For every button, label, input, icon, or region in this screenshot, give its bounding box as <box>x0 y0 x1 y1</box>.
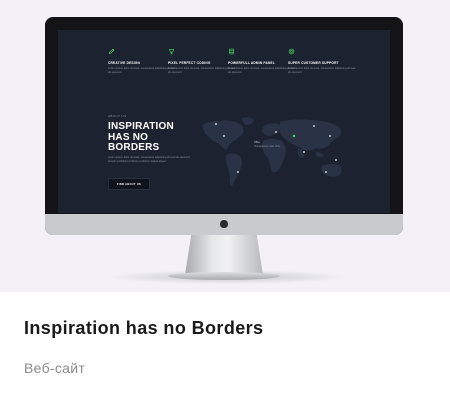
map-marker-active[interactable] <box>292 134 296 138</box>
apple-logo-icon <box>220 220 228 228</box>
hero-heading-line: INSPIRATION <box>108 121 174 132</box>
monitor-stand-base <box>168 272 280 280</box>
map-marker[interactable] <box>237 171 239 173</box>
feature-text: Lorem ipsum dolor sit amet, consectetur … <box>288 67 356 74</box>
monitor-stand <box>185 235 263 275</box>
card-caption <box>0 292 450 404</box>
layers-icon <box>229 48 234 55</box>
section-eyebrow: ABOUT US <box>108 114 127 118</box>
map-marker[interactable] <box>313 125 315 127</box>
map-marker[interactable] <box>223 135 225 137</box>
map-marker[interactable] <box>275 131 277 133</box>
hero-heading-line: HAS NO BORDERS <box>108 131 160 153</box>
project-card[interactable]: CREATIVE DESIGN Lorem ipsum dolor sit am… <box>0 0 450 404</box>
cup-icon <box>168 49 175 55</box>
map-continents <box>202 117 342 186</box>
map-marker[interactable] <box>329 135 331 137</box>
project-category: Веб-сайт <box>24 360 86 376</box>
map-marker[interactable] <box>303 151 305 153</box>
support-icon <box>288 48 295 55</box>
map-marker[interactable] <box>325 171 327 173</box>
project-title[interactable]: Inspiration has no Borders <box>24 318 263 339</box>
hero-heading: INSPIRATION HAS NO BORDERS <box>108 121 198 154</box>
map-label-text: Headquarters, main office <box>254 146 281 148</box>
pencil-icon <box>108 48 115 55</box>
find-about-us-button[interactable]: FIND ABOUT US <box>108 178 150 190</box>
map-marker[interactable] <box>215 123 217 125</box>
map-label-title: Office <box>254 142 260 144</box>
feature-title: SUPER CUSTOMER SUPPORT <box>288 61 339 65</box>
monitor-screen: CREATIVE DESIGN Lorem ipsum dolor sit am… <box>58 30 390 213</box>
feature-customer-support: SUPER CUSTOMER SUPPORT Lorem ipsum dolor… <box>288 48 358 74</box>
world-map <box>202 117 342 186</box>
map-marker[interactable] <box>335 159 337 161</box>
project-preview[interactable]: CREATIVE DESIGN Lorem ipsum dolor sit am… <box>0 0 450 292</box>
hero-paragraph: Lorem ipsum dolor sit amet, consectetur … <box>108 156 190 163</box>
